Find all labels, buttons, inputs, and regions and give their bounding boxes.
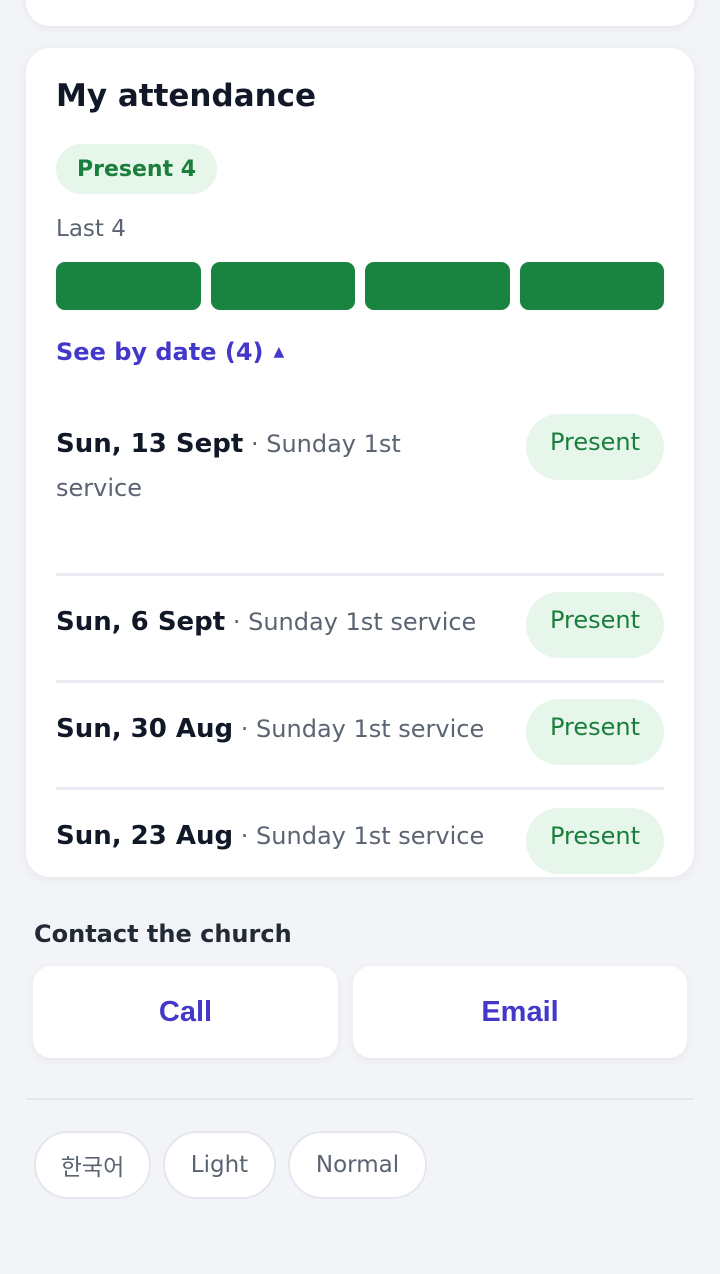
record-service: Sunday 1st service — [256, 822, 485, 850]
present-count-badge: Present 4 — [56, 144, 218, 194]
language-toggle[interactable]: 한국어 — [34, 1131, 151, 1199]
record-service: Sunday 1st service — [248, 608, 477, 636]
attendance-list: Sun, 13 Sept · Sunday 1st service Presen… — [56, 398, 664, 900]
email-button[interactable]: Email — [353, 966, 687, 1058]
see-by-date-toggle[interactable]: See by date (4) ▲ — [56, 338, 284, 366]
attendance-bars — [56, 262, 664, 310]
list-item: Sun, 6 Sept · Sunday 1st service Present — [56, 576, 664, 683]
list-item: Sun, 13 Sept · Sunday 1st service Presen… — [56, 398, 664, 576]
text-size-toggle[interactable]: Normal — [288, 1131, 427, 1199]
attendance-bar — [519, 262, 664, 310]
list-item: Sun, 30 Aug · Sunday 1st service Present — [56, 683, 664, 790]
separator: · — [233, 822, 257, 850]
status-badge: Present — [526, 808, 664, 874]
record-date: Sun, 6 Sept — [56, 607, 226, 637]
record-date: Sun, 13 Sept — [56, 429, 244, 459]
attendance-bar — [365, 262, 510, 310]
record-date: Sun, 23 Aug — [56, 821, 234, 851]
separator: · — [243, 430, 267, 458]
status-badge: Present — [526, 699, 664, 765]
contact-title: Contact the church — [34, 920, 292, 948]
theme-toggle[interactable]: Light — [163, 1131, 276, 1199]
record-date: Sun, 30 Aug — [56, 714, 234, 744]
see-by-date-label: See by date (4) — [56, 338, 264, 366]
last-count-label: Last 4 — [56, 216, 126, 242]
record-service: Sunday 1st service — [256, 715, 485, 743]
separator: · — [233, 715, 257, 743]
attendance-bar — [210, 262, 355, 310]
card-title: My attendance — [56, 78, 317, 114]
attendance-card: My attendance Present 4 Last 4 See by da… — [26, 48, 694, 877]
list-item: Sun, 23 Aug · Sunday 1st service Present — [56, 790, 664, 900]
separator: · — [225, 608, 249, 636]
previous-card — [26, 0, 694, 26]
status-badge: Present — [526, 414, 664, 480]
caret-up-icon: ▲ — [273, 344, 285, 360]
status-badge: Present — [526, 592, 664, 658]
call-button[interactable]: Call — [33, 966, 338, 1058]
divider — [26, 1098, 694, 1100]
attendance-bar — [56, 262, 201, 310]
